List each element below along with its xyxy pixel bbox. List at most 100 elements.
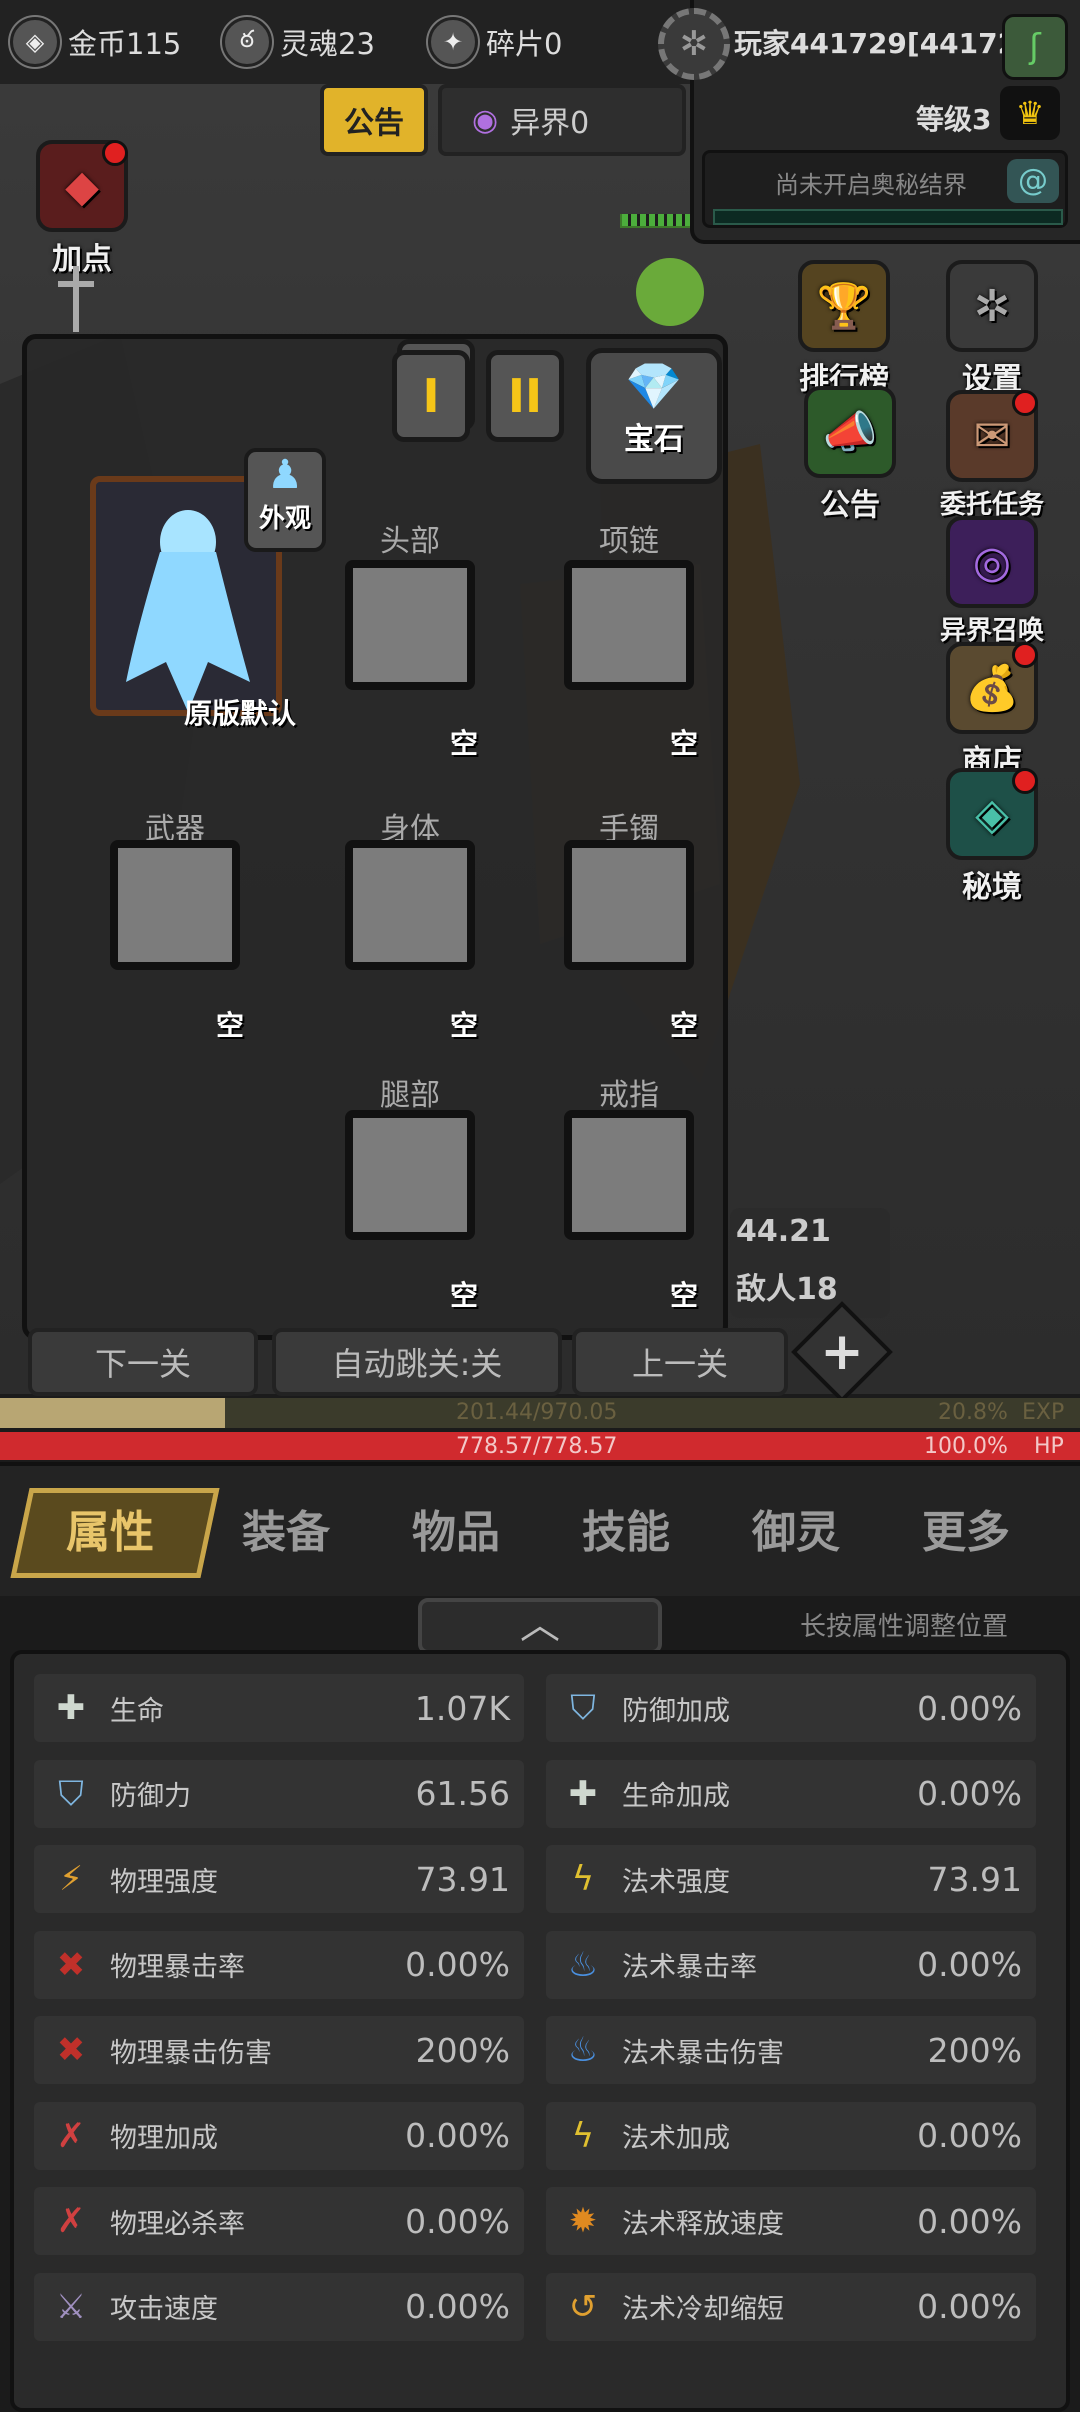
attribute-row-left[interactable]: ✖ 物理暴击伤害 200%	[34, 2016, 524, 2084]
realm-status-text: 尚未开启奥秘结界	[775, 171, 967, 199]
megaphone-icon: 📣	[804, 386, 896, 478]
enemy-count: 敌人18	[736, 1272, 838, 1307]
notice-tab-button[interactable]: 公告	[320, 84, 428, 156]
hp-value: 778.57/778.57	[456, 1434, 618, 1459]
attribute-value: 0.00%	[405, 2201, 510, 2241]
attribute-row-left[interactable]: ✖ 物理暴击率 0.00%	[34, 1930, 524, 1999]
attribute-row-left[interactable]: ⚡ 物理强度 73.91	[34, 1845, 524, 1913]
gear-icon[interactable]: ✲	[658, 8, 730, 80]
slot-necklace-empty: 空	[670, 727, 699, 760]
slot-label-legs: 腿部	[380, 1078, 440, 1113]
slot-head[interactable]	[345, 560, 475, 690]
settings-button[interactable]: ✲ 设置	[932, 260, 1052, 398]
prev-stage-button[interactable]: 上一关	[572, 1328, 788, 1396]
auto-skip-toggle[interactable]: 自动跳关:关	[272, 1328, 562, 1396]
notification-dot	[1012, 642, 1038, 668]
attribute-row-left[interactable]: ✚ 生命 1.07K	[34, 1674, 524, 1742]
attribute-row-right[interactable]: ⛉ 防御加成 0.00%	[546, 1674, 1036, 1742]
add-points-button[interactable]: ◆ 加点	[22, 140, 142, 278]
attribute-row-left[interactable]: ✗ 物理加成 0.00%	[34, 2101, 524, 2170]
next-stage-button[interactable]: 下一关	[28, 1328, 258, 1396]
attribute-name: 法术暴击率	[622, 1952, 757, 1983]
attribute-name: 防御加成	[622, 1695, 730, 1727]
attribute-name: 防御力	[110, 1781, 191, 1812]
fragment-label: 碎片0	[486, 27, 563, 61]
chevron-up-icon: ︿	[520, 1602, 560, 1648]
tab-equipment[interactable]: 装备	[242, 1496, 330, 1560]
avatar[interactable]: ʃ	[1002, 14, 1068, 80]
quest-book-icon: ✉	[946, 390, 1038, 482]
attribute-value: 0.00%	[917, 2116, 1022, 2155]
gold-coin-icon: ◈	[10, 17, 60, 67]
slot-weapon[interactable]	[110, 840, 240, 970]
collapse-button[interactable]: ︿	[418, 1598, 662, 1654]
attribute-row-right[interactable]: ✹ 法术释放速度 0.00%	[546, 2187, 1036, 2255]
attribute-value: 73.91	[415, 1859, 510, 1899]
attribute-row-left[interactable]: ✗ 物理必杀率 0.00%	[34, 2187, 524, 2255]
attribute-row-right[interactable]: ♨ 法术暴击伤害 200%	[546, 2016, 1036, 2084]
tab-items[interactable]: 物品	[412, 1496, 500, 1560]
attribute-value: 73.91	[927, 1859, 1022, 1899]
slot-legs[interactable]	[345, 1110, 475, 1240]
attribute-row-left[interactable]: ⚔ 攻击速度 0.00%	[34, 2272, 524, 2341]
attribute-name: 法术暴击伤害	[622, 2037, 784, 2069]
attribute-value: 0.00%	[917, 1688, 1022, 1728]
attribute-row-left[interactable]: ⛉ 防御力 61.56	[34, 1759, 524, 1828]
lightning-icon: ϟ	[571, 2115, 595, 2156]
slot-body-empty: 空	[450, 1009, 479, 1042]
slot-necklace[interactable]	[564, 560, 694, 690]
shop-button[interactable]: 💰 商店	[932, 642, 1052, 780]
tab-more[interactable]: 更多	[922, 1496, 1010, 1560]
attribute-value: 0.00%	[917, 1774, 1022, 1813]
attribute-row-right[interactable]: ↺ 法术冷却缩短 0.00%	[546, 2272, 1036, 2341]
crit-slash-icon: ✖	[56, 1944, 86, 1985]
trophy-icon: 🏆	[798, 260, 890, 352]
secret-realm-button[interactable]: ◈ 秘境	[932, 768, 1052, 906]
attribute-row-right[interactable]: ✚ 生命加成 0.00%	[546, 1759, 1036, 1828]
tab-bar: 属性 装备 物品 技能 御灵 更多	[0, 1462, 1080, 1596]
portal-icon: ◈	[946, 768, 1038, 860]
skin-label: 原版默认	[183, 697, 296, 730]
shield-icon: ⛉	[58, 1773, 84, 1814]
sword-icon: ⚔	[55, 2286, 87, 2327]
attribute-value: 0.00%	[917, 2287, 1022, 2326]
slot-ring[interactable]	[564, 1110, 694, 1240]
crown-icon: ♛	[1000, 86, 1060, 140]
appearance-button[interactable]: ♟ 外观	[244, 448, 326, 552]
attribute-row-right[interactable]: ♨ 法术暴击率 0.00%	[546, 1930, 1036, 1999]
attribute-row-right[interactable]: ϟ 法术加成 0.00%	[546, 2101, 1036, 2170]
attribute-value: 1.07K	[414, 1688, 510, 1728]
slot-weapon-empty: 空	[216, 1009, 245, 1042]
attribute-name: 物理加成	[110, 2123, 218, 2154]
other-world-button[interactable]: ◉ 异界0	[438, 84, 686, 156]
gem-label: 宝石	[624, 422, 684, 457]
attribute-row-right[interactable]: ϟ 法术强度 73.91	[546, 1845, 1036, 1913]
attributes-panel: ✚ 生命 1.07K ⛉ 防御力 61.56 ⚡ 物理强度 73.91 ✖ 物理暴击率 0.00% ✖ 物…	[10, 1650, 1070, 2412]
gold-resource: ◈ 金币115	[10, 14, 181, 70]
slot-label-ring: 戒指	[599, 1078, 659, 1113]
notice-button[interactable]: 📣 公告	[790, 386, 910, 524]
slot-bracelet[interactable]	[564, 840, 694, 970]
tier-2-button[interactable]: II	[486, 350, 564, 442]
realm-status-box[interactable]: 尚未开启奥秘结界 @	[702, 150, 1068, 228]
sword-icon[interactable]	[46, 262, 106, 334]
tab-attributes[interactable]: 属性	[66, 1496, 154, 1560]
tab-skills[interactable]: 技能	[582, 1496, 670, 1560]
meat-icon: ◆	[36, 140, 128, 232]
attribute-name: 物理暴击率	[110, 1952, 245, 1983]
battle-info-box: 44.21 敌人18	[730, 1208, 890, 1318]
quest-button[interactable]: ✉ 委托任务	[932, 390, 1052, 521]
tier-1-button[interactable]: I	[392, 350, 470, 442]
blood-slash-icon: ✗	[56, 2115, 86, 2156]
leaderboard-button[interactable]: 🏆 排行榜	[784, 260, 904, 398]
summon-button[interactable]: ◎ 异界召唤	[932, 516, 1052, 647]
exp-value: 201.44/970.05	[456, 1400, 618, 1425]
soul-resource: ఠ 灵魂23	[222, 14, 375, 70]
slot-body[interactable]	[345, 840, 475, 970]
attribute-name: 法术强度	[622, 1866, 730, 1898]
gear-icon: ✲	[946, 260, 1038, 352]
appearance-label: 外观	[258, 504, 311, 534]
gem-button[interactable]: 💎 宝石	[586, 348, 722, 484]
stamina-dots	[622, 214, 690, 226]
tab-spirits[interactable]: 御灵	[752, 1496, 840, 1560]
